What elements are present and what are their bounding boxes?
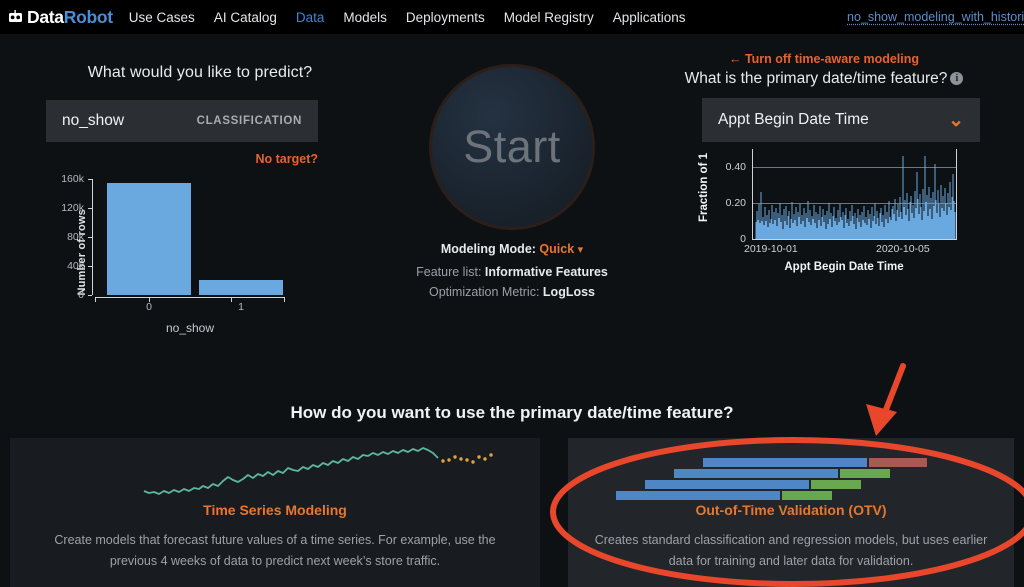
datarobot-logo[interactable]: DataRobot [8, 7, 113, 28]
otv-holdout-bar [869, 458, 927, 467]
target-column: What would you like to predict? no_show … [0, 34, 400, 335]
datetime-question-text: What is the primary date/time feature? [684, 70, 948, 87]
feature-list-label: Feature list: [416, 265, 482, 279]
modeling-mode-row: Modeling Mode: Quick ▾ [400, 242, 624, 256]
bar-chart-x-axis [95, 297, 285, 302]
ts-chart-x-axis-label: Appt Begin Date Time [784, 261, 904, 273]
bar-chart-x-tick: 1 [238, 301, 244, 313]
card-title-otv: Out-of-Time Validation (OTV) [695, 502, 887, 518]
nav-item-deployments[interactable]: Deployments [406, 10, 485, 25]
section-heading: How do you want to use the primary date/… [290, 403, 734, 422]
primary-datetime-feature-select[interactable]: Appt Begin Date Time ⌄ [702, 98, 980, 142]
ts-chart-x-tick: 2020-10-05 [876, 243, 930, 255]
nav-item-models[interactable]: Models [343, 10, 387, 25]
nav-item-data[interactable]: Data [296, 10, 325, 25]
nav-item-ai-catalog[interactable]: AI Catalog [214, 10, 277, 25]
nav-item-model-registry[interactable]: Model Registry [504, 10, 594, 25]
target-problem-type-badge: CLASSIFICATION [196, 115, 302, 127]
nav-item-use-cases[interactable]: Use Cases [129, 10, 195, 25]
project-name-container: no_show_modeling_with_histori [847, 8, 1024, 26]
modeling-mode-value[interactable]: Quick [539, 242, 574, 256]
ts-chart-plot-area [752, 149, 957, 239]
bar-category-0[interactable] [107, 183, 191, 295]
bar-chart-y-tick: 40k [67, 260, 84, 272]
optimization-metric-row: Optimization Metric: LogLoss [400, 285, 624, 299]
ts-chart-x-axis [752, 239, 957, 240]
card-title-time-series: Time Series Modeling [203, 502, 347, 518]
project-name-link[interactable]: no_show_modeling_with_histori [847, 10, 1024, 24]
optimization-metric-label: Optimization Metric: [428, 285, 540, 299]
ts-chart-y-tick: 0.20 [725, 197, 746, 209]
datarobot-start-page: DataRobot Use Cases AI Catalog Data Mode… [0, 0, 1024, 587]
otv-valid-bar [811, 480, 861, 489]
no-target-link[interactable]: No target? [46, 152, 319, 166]
card-out-of-time-validation[interactable]: Out-of-Time Validation (OTV) Creates sta… [568, 438, 1014, 587]
nav-item-applications[interactable]: Applications [613, 10, 686, 25]
target-distribution-chart: Number of rows 160k 120k 80k 40k 0 0 1 n… [48, 173, 328, 344]
ts-chart-x-tick: 2019-10-01 [744, 243, 798, 255]
bar-chart-y-ticks: 160k 120k 80k 40k 0 [42, 173, 84, 301]
otv-train-bar [674, 469, 838, 478]
ts-chart-y-axis-label: Fraction of 1 [698, 153, 710, 223]
logo-word-data: Data [27, 6, 64, 27]
logo-text: DataRobot [27, 7, 113, 28]
otv-train-bar [645, 480, 809, 489]
card-description-time-series: Create models that forecast future value… [54, 533, 496, 568]
top-navigation-bar: DataRobot Use Cases AI Catalog Data Mode… [0, 0, 1024, 34]
card-description-otv: Creates standard classification and regr… [594, 533, 988, 568]
predict-question: What would you like to predict? [87, 64, 313, 81]
ts-chart-y-tick: 0.40 [725, 161, 746, 173]
bar-chart-y-axis [88, 179, 93, 296]
feature-list-row: Feature list: Informative Features [400, 265, 624, 279]
otv-train-bar [616, 491, 780, 500]
otv-backtest-diagram [568, 444, 1014, 500]
bar-chart-y-tick: 120k [61, 202, 84, 214]
ts-chart-series [755, 156, 956, 239]
bar-chart-y-tick: 0 [78, 289, 84, 301]
bar-chart-y-tick: 160k [61, 173, 84, 185]
otv-train-bar [703, 458, 867, 467]
card-time-series-modeling[interactable]: Time Series Modeling Create models that … [10, 438, 540, 587]
usage-option-cards: Time Series Modeling Create models that … [0, 438, 1024, 587]
info-icon[interactable]: i [950, 72, 964, 85]
bar-category-1[interactable] [199, 280, 283, 295]
chevron-down-icon[interactable]: ▾ [578, 244, 584, 256]
bar-chart-plot-area [95, 179, 305, 295]
start-button-label: Start [463, 121, 561, 172]
robot-head-icon [8, 10, 23, 24]
optimization-metric-value[interactable]: LogLoss [543, 285, 595, 299]
bar-chart-y-tick: 80k [67, 231, 84, 243]
feature-list-value[interactable]: Informative Features [485, 265, 608, 279]
datetime-question: What is the primary date/time feature? i [624, 70, 1024, 88]
turn-off-time-aware-link[interactable]: ← Turn off time-aware modeling [624, 52, 1024, 66]
target-feature-selector[interactable]: no_show CLASSIFICATION [46, 100, 318, 142]
otv-valid-bar [840, 469, 890, 478]
fraction-of-1-chart: Fraction of 1 0.40 0.20 0 2019-10-01 202… [694, 149, 964, 289]
start-panel: What would you like to predict? no_show … [0, 34, 1024, 359]
bar-chart-x-axis-label: no_show [165, 321, 215, 335]
bar-chart-x-tick: 0 [146, 301, 152, 313]
primary-datetime-feature-value: Appt Begin Date Time [718, 111, 869, 128]
start-button[interactable]: Start [429, 64, 595, 230]
ts-chart-y-tick: 0 [740, 233, 746, 245]
red-arrow-annotation [866, 363, 906, 436]
nav-items: Use Cases AI Catalog Data Models Deploym… [129, 10, 686, 25]
modeling-mode-label: Modeling Mode: [440, 242, 536, 256]
datetime-column: ← Turn off time-aware modeling What is t… [624, 34, 1024, 359]
start-column: Start Modeling Mode: Quick ▾ Feature lis… [400, 34, 624, 359]
otv-valid-bar [782, 491, 832, 500]
time-series-sparkline [10, 444, 540, 500]
target-feature-name: no_show [62, 112, 125, 129]
logo-word-robot: Robot [63, 6, 113, 27]
chevron-down-icon[interactable]: ⌄ [948, 111, 964, 130]
